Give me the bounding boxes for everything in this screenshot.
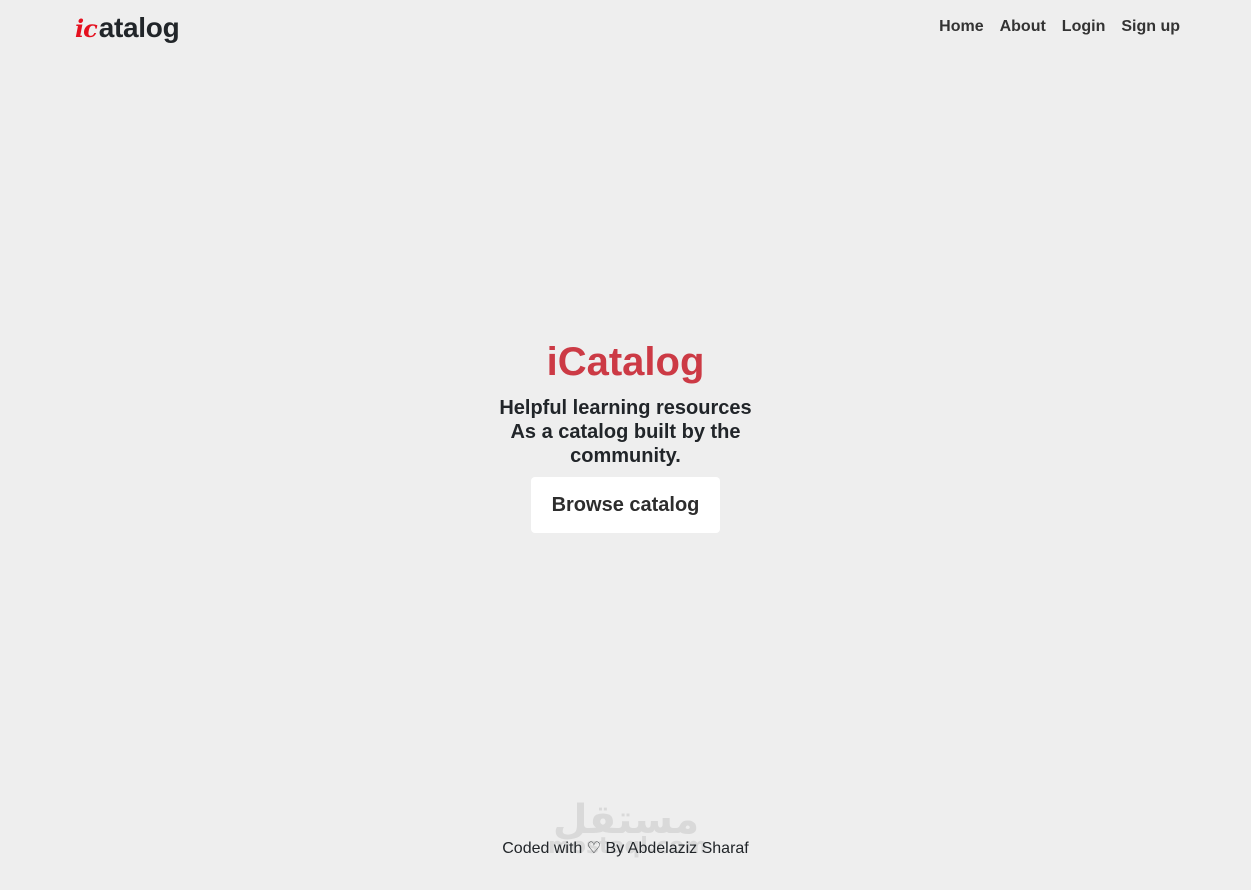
nav-link-signup[interactable]: Sign up: [1121, 18, 1180, 36]
nav-link-home[interactable]: Home: [939, 18, 983, 36]
nav-links: Home About Login Sign up: [939, 18, 1180, 36]
browse-catalog-button[interactable]: Browse catalog: [530, 477, 721, 533]
brand-logo-text: atalog: [98, 12, 180, 43]
footer-author: By Abdelaziz Sharaf: [605, 840, 749, 857]
navbar: ic atalog Home About Login Sign up: [0, 0, 1251, 58]
hero-section: iCatalog Helpful learning resources As a…: [0, 338, 1251, 533]
heart-icon: ♡: [586, 838, 602, 857]
nav-link-login[interactable]: Login: [1062, 18, 1106, 36]
watermark-arabic-text: مستقل: [552, 797, 700, 843]
hero-title: iCatalog: [546, 340, 705, 384]
hero-subtitle: Helpful learning resources As a catalog …: [499, 397, 752, 467]
footer-prefix: Coded with: [502, 840, 583, 857]
brand-logo[interactable]: ic atalog: [75, 12, 180, 44]
nav-link-about[interactable]: About: [1000, 18, 1046, 36]
footer: Coded with ♡ By Abdelaziz Sharaf: [0, 838, 1251, 858]
brand-logo-mark: ic: [75, 14, 98, 43]
